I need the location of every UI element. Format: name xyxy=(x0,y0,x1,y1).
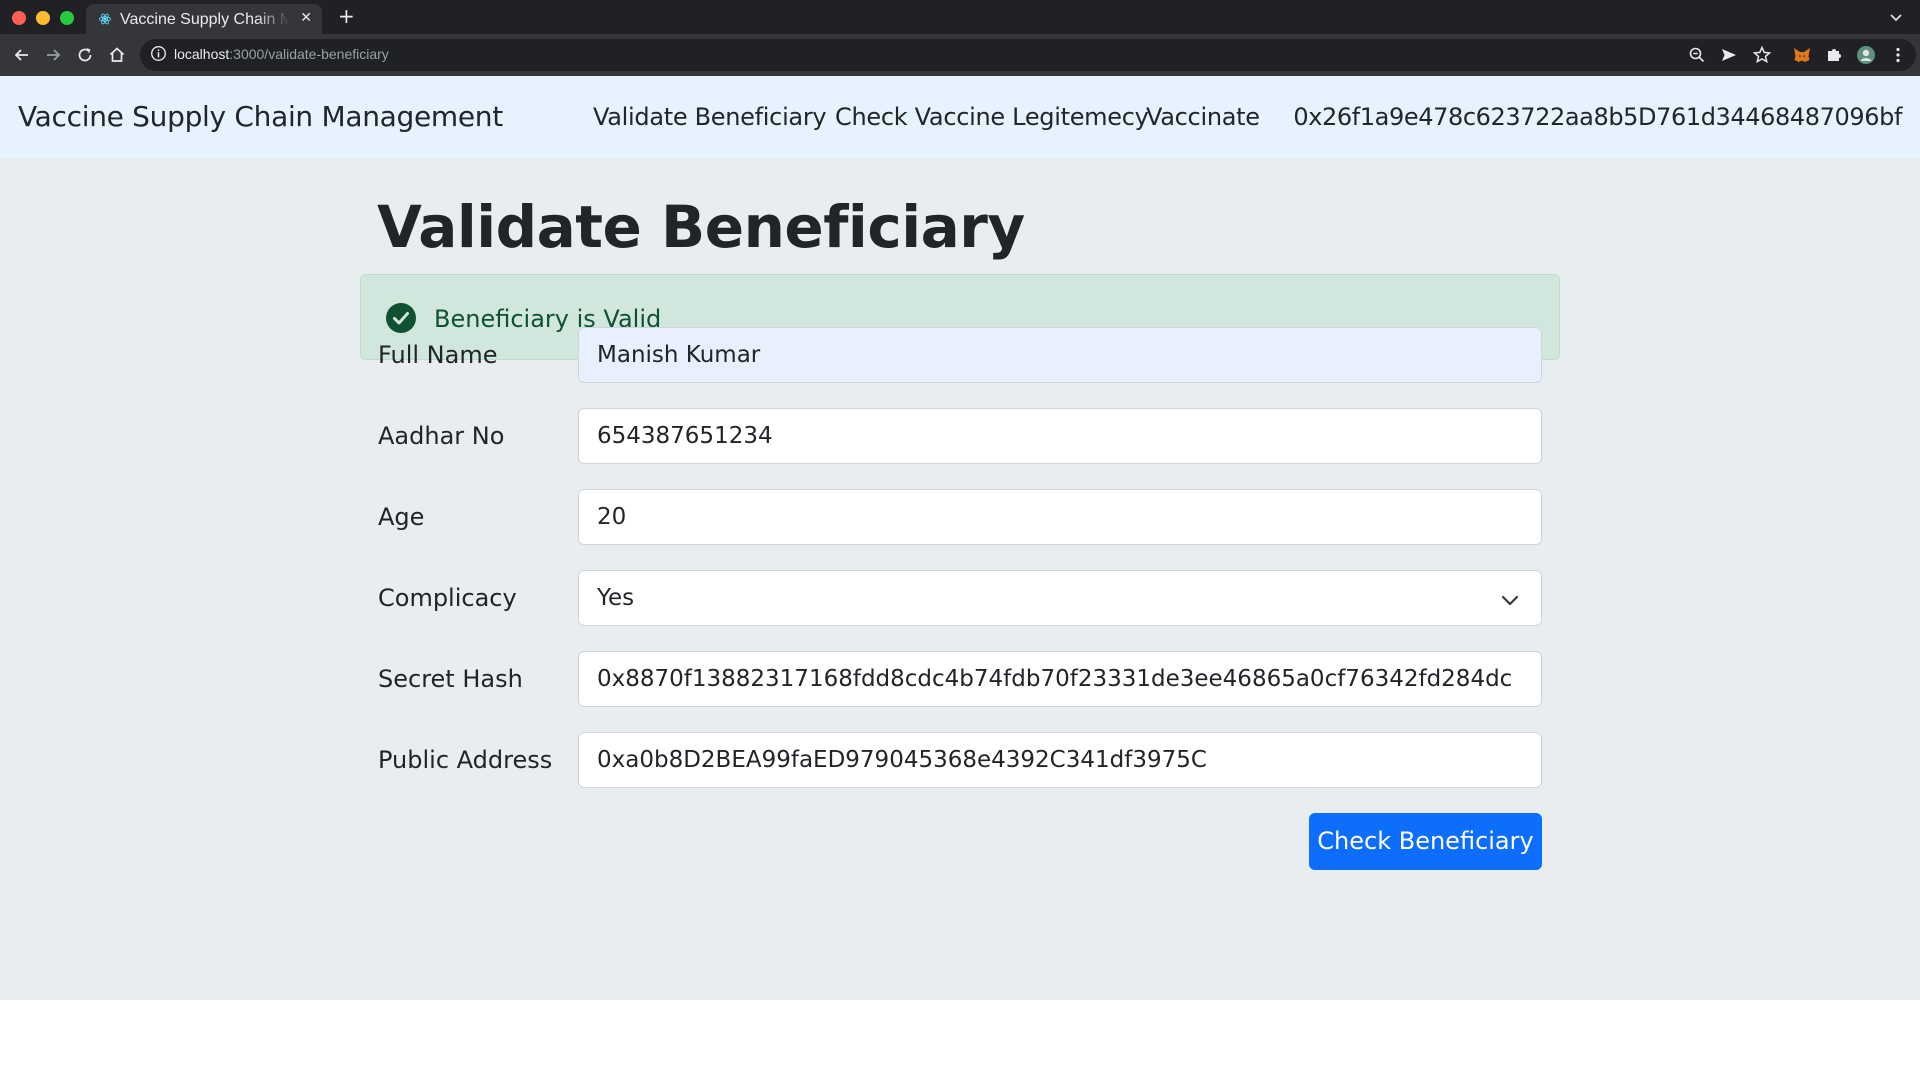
aadhar-field[interactable]: 654387651234 xyxy=(578,408,1542,464)
reload-icon[interactable] xyxy=(75,45,95,65)
check-beneficiary-button[interactable]: Check Beneficiary xyxy=(1309,813,1542,870)
tab-title: Vaccine Supply Chain Management xyxy=(120,11,290,28)
nav-link-check-vaccine-legitemecy[interactable]: Check Vaccine Legitemecy xyxy=(835,102,1149,132)
full-name-label: Full Name xyxy=(378,341,498,369)
complicacy-label: Complicacy xyxy=(378,584,517,612)
url-host: localhost xyxy=(174,46,230,62)
forward-arrow-icon[interactable] xyxy=(43,45,63,65)
nav-link-validate-beneficiary[interactable]: Validate Beneficiary xyxy=(593,102,827,132)
page-content: Vaccine Supply Chain Management Validate… xyxy=(0,76,1920,1000)
window-close-button[interactable] xyxy=(12,11,26,25)
window-maximize-button[interactable] xyxy=(60,11,74,25)
url-text[interactable]: localhost:3000/validate-beneficiary xyxy=(174,45,389,63)
navbar-brand[interactable]: Vaccine Supply Chain Management xyxy=(18,100,503,134)
home-icon[interactable] xyxy=(107,45,127,65)
tab-search-chevron-icon[interactable] xyxy=(1888,9,1904,25)
star-icon[interactable] xyxy=(1752,45,1772,65)
complicacy-selected-value: Yes xyxy=(597,585,635,611)
react-favicon-icon xyxy=(98,13,112,25)
public-address-field[interactable]: 0xa0b8D2BEA99faED979045368e4392C341df397… xyxy=(578,732,1542,788)
nav-link-vaccinate[interactable]: Vaccinate xyxy=(1146,102,1260,132)
chevron-down-icon xyxy=(1501,595,1519,606)
profile-avatar-icon[interactable] xyxy=(1856,45,1876,65)
browser-tab[interactable]: Vaccine Supply Chain Management ✕ xyxy=(86,4,322,34)
secret-hash-label: Secret Hash xyxy=(378,665,523,693)
secret-hash-field[interactable]: 0x8870f13882317168fdd8cdc4b74fdb70f23331… xyxy=(578,651,1542,707)
top-navbar: Vaccine Supply Chain Management Validate… xyxy=(0,76,1920,158)
send-icon[interactable] xyxy=(1719,45,1739,65)
account-address: 0x26f1a9e478c623722aa8b5D761d34468487096… xyxy=(1293,103,1902,131)
aadhar-label: Aadhar No xyxy=(378,422,505,450)
puzzle-piece-icon[interactable] xyxy=(1824,45,1844,65)
window-minimize-button[interactable] xyxy=(36,11,50,25)
complicacy-select[interactable]: Yes xyxy=(578,570,1542,626)
age-field[interactable]: 20 xyxy=(578,489,1542,545)
address-bar[interactable] xyxy=(140,39,1916,71)
browser-tab-bar: Vaccine Supply Chain Management ✕ + xyxy=(0,0,1920,34)
age-label: Age xyxy=(378,503,425,531)
public-address-label: Public Address xyxy=(378,746,553,774)
zoom-icon[interactable] xyxy=(1687,45,1707,65)
url-path: :3000/validate-beneficiary xyxy=(229,46,389,62)
tab-close-icon[interactable]: ✕ xyxy=(300,10,312,27)
full-name-field[interactable]: Manish Kumar xyxy=(578,327,1542,383)
new-tab-button[interactable]: + xyxy=(338,5,355,27)
info-icon[interactable] xyxy=(150,45,167,62)
page-title: Validate Beneficiary xyxy=(377,193,1025,261)
kebab-menu-icon[interactable] xyxy=(1888,45,1908,65)
back-arrow-icon[interactable] xyxy=(12,45,32,65)
check-circle-icon xyxy=(386,303,416,333)
metamask-fox-icon[interactable] xyxy=(1792,45,1812,65)
